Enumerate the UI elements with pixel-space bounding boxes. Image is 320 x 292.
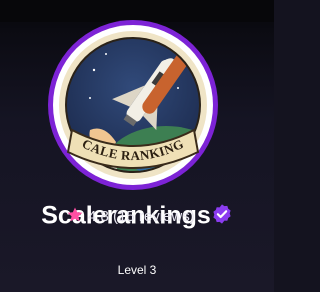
rating-value: 4.8 [88,208,109,225]
reviews-count[interactable]: (15 reviews) [113,208,195,225]
verified-badge-icon [213,204,231,225]
star-icon [67,207,83,222]
avatar-image: SCALE RANKINGS [46,18,218,190]
avatar[interactable]: SCALE RANKINGS [46,18,220,192]
seller-level: Level 3 [117,263,157,277]
profile-card: SCALE RANKINGS Scalerankings 4.8 (15 rev… [0,0,274,292]
